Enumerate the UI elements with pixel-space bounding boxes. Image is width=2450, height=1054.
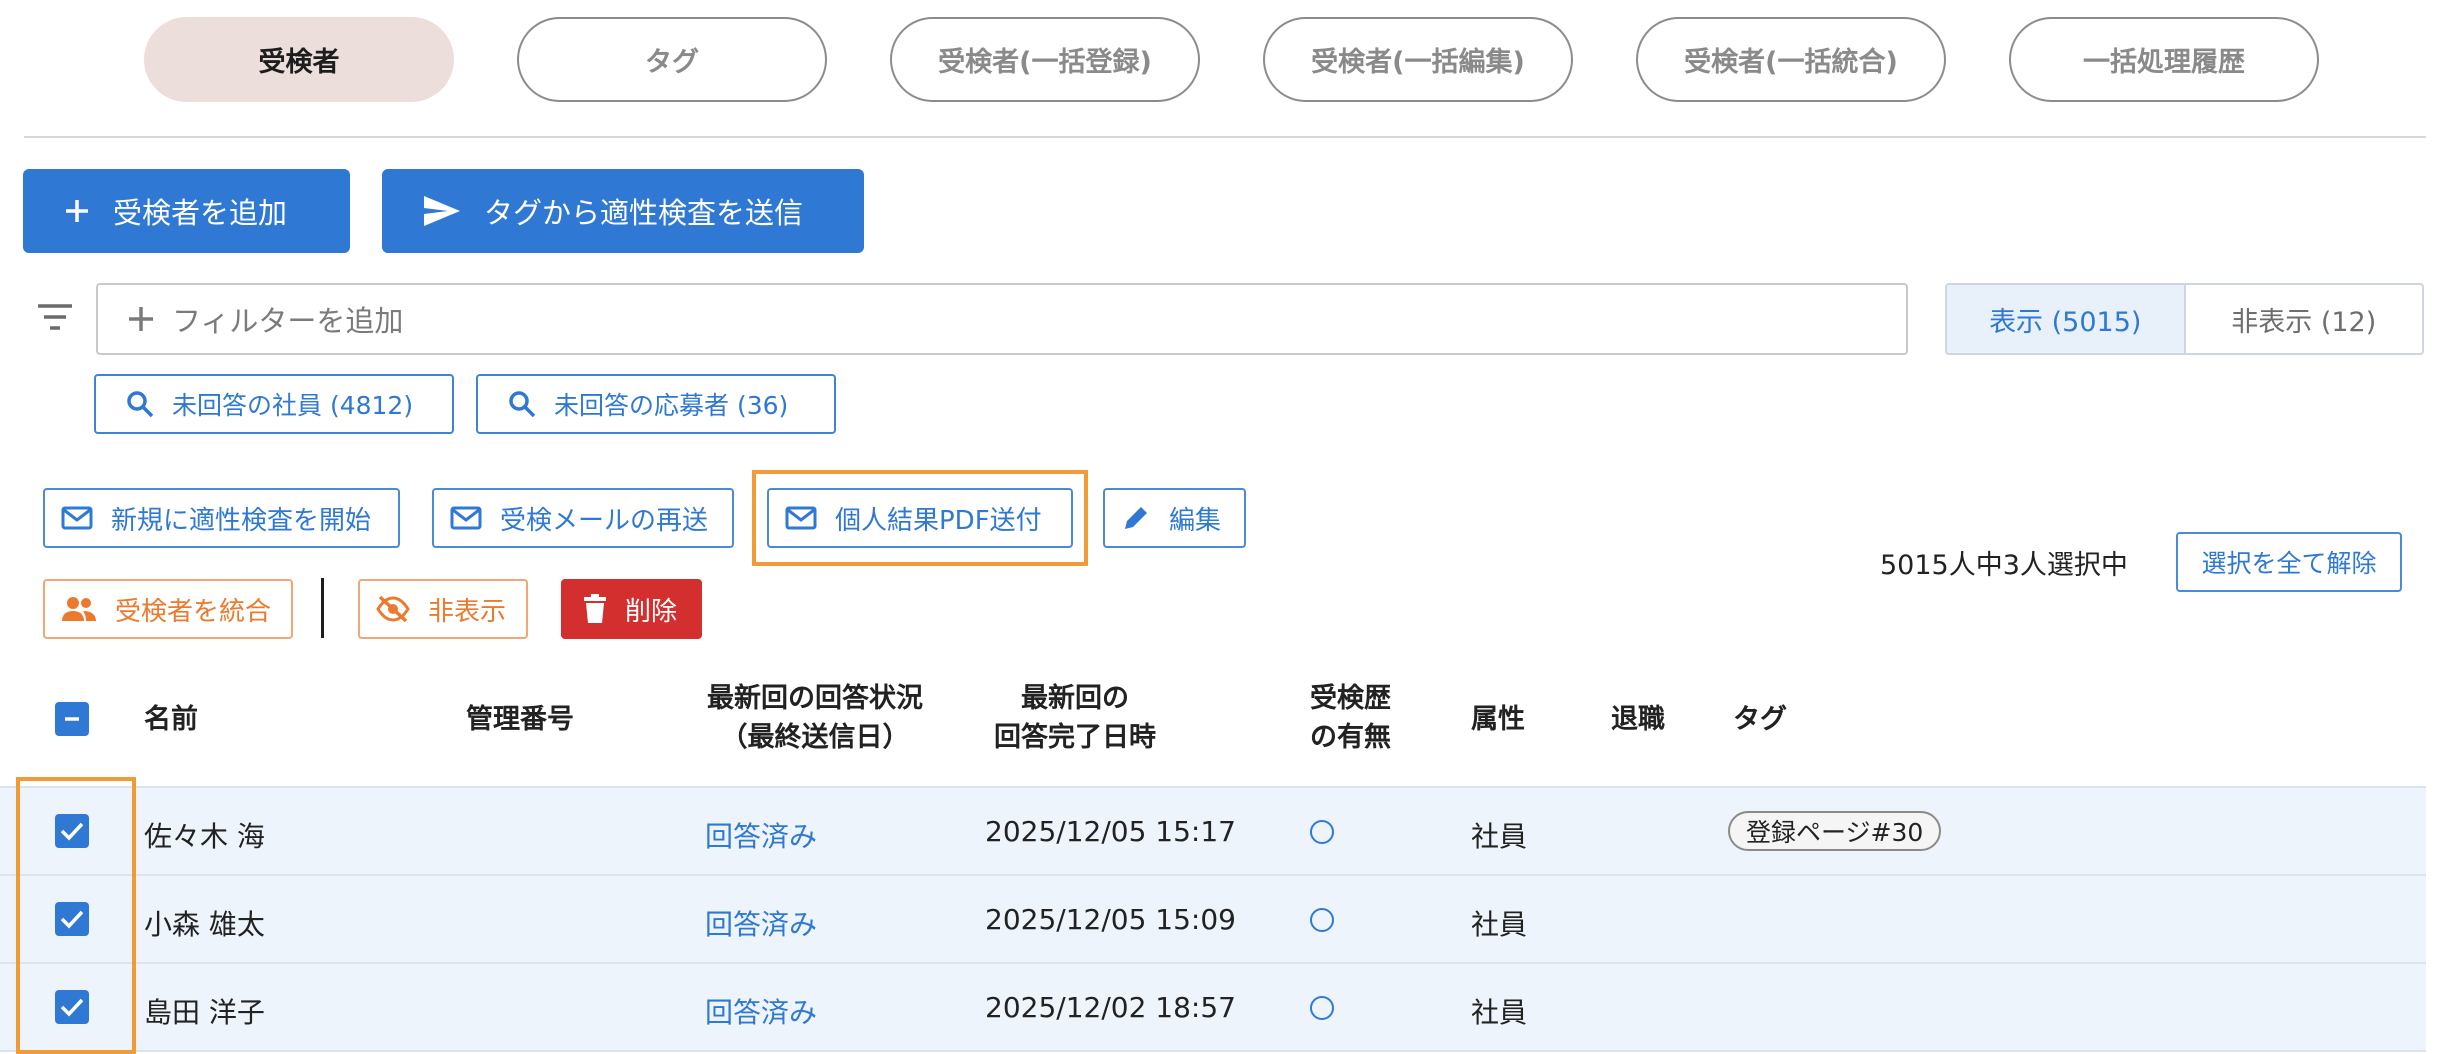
col-header-completed-line2: 回答完了日時	[994, 722, 1156, 753]
send-pdf-label: 個人結果PDF送付	[835, 505, 1042, 536]
cell-name: 小森 雄太	[144, 908, 265, 941]
add-filter-label: フィルターを追加	[172, 304, 404, 338]
edit-button[interactable]: 編集	[1103, 488, 1246, 548]
col-header-history-line1: 受検歴	[1310, 683, 1391, 714]
start-new-test-label: 新規に適性検査を開始	[111, 505, 372, 536]
visibility-toggle: 表示 (5015) 非表示 (12)	[1945, 283, 2424, 355]
tab-bulk-edit[interactable]: 受検者(一括編集)	[1263, 17, 1573, 102]
hide-button[interactable]: 非表示	[358, 579, 528, 639]
add-filter-input[interactable]: フィルターを追加	[96, 283, 1908, 355]
people-icon	[61, 596, 97, 622]
col-header-tags: タグ	[1733, 704, 1787, 735]
tab-tags[interactable]: タグ	[517, 17, 827, 102]
cell-status-link[interactable]: 回答済み	[705, 991, 817, 1031]
col-header-mgmt-no: 管理番号	[466, 704, 574, 735]
filter-list-icon[interactable]	[36, 302, 74, 336]
col-header-history-line2: の有無	[1310, 722, 1391, 753]
table-row[interactable]: 小森 雄太 回答済み 2025/12/05 15:09 社員	[0, 876, 2426, 964]
search-icon	[508, 390, 536, 418]
merge-examinees-label: 受検者を統合	[115, 596, 272, 627]
cell-completed: 2025/12/05 15:17	[985, 815, 1236, 848]
add-examinee-label: 受検者を追加	[113, 196, 288, 230]
history-circle-icon	[1310, 996, 1334, 1020]
col-header-completed: 最新回の 回答完了日時	[965, 679, 1185, 757]
quick-filter-label: 未回答の応募者 (36)	[554, 391, 789, 420]
delete-button[interactable]: 削除	[561, 579, 702, 639]
resend-mail-button[interactable]: 受検メールの再送	[432, 488, 734, 548]
action-separator	[321, 578, 324, 638]
add-examinee-button[interactable]: 受検者を追加	[23, 169, 350, 253]
cell-attribute: 社員	[1471, 908, 1528, 941]
select-all-checkbox[interactable]	[55, 702, 89, 736]
col-header-status-line1: 最新回の回答状況	[707, 683, 923, 714]
mail-icon	[785, 506, 817, 530]
cell-completed: 2025/12/02 18:57	[985, 991, 1236, 1024]
merge-examinees-button[interactable]: 受検者を統合	[43, 579, 293, 639]
quick-filter-unanswered-employees[interactable]: 未回答の社員 (4812)	[94, 374, 454, 434]
search-icon	[126, 390, 154, 418]
plus-icon	[126, 304, 156, 334]
col-header-name: 名前	[144, 704, 198, 735]
cell-name: 佐々木 海	[144, 820, 265, 853]
col-header-completed-line1: 最新回の	[1021, 683, 1129, 714]
history-circle-icon	[1310, 908, 1334, 932]
send-from-tag-label: タグから適性検査を送信	[484, 196, 804, 230]
hide-label: 非表示	[428, 596, 507, 627]
col-header-retired: 退職	[1611, 704, 1665, 735]
resend-mail-label: 受検メールの再送	[500, 505, 709, 536]
col-header-history: 受検歴 の有無	[1310, 679, 1391, 757]
table-row[interactable]: 佐々木 海 回答済み 2025/12/05 15:17 社員 登録ページ#30	[0, 788, 2426, 876]
table-row[interactable]: 島田 洋子 回答済み 2025/12/02 18:57 社員	[0, 964, 2426, 1052]
send-icon	[422, 194, 462, 228]
plus-icon	[63, 197, 91, 225]
cell-attribute: 社員	[1471, 996, 1528, 1029]
cell-status-link[interactable]: 回答済み	[705, 815, 817, 855]
delete-label: 削除	[625, 596, 678, 627]
tab-divider	[24, 136, 2426, 138]
tag-chip[interactable]: 登録ページ#30	[1728, 811, 1942, 851]
tab-bulk-merge[interactable]: 受検者(一括統合)	[1636, 17, 1946, 102]
highlight-frame-checkboxes	[16, 777, 136, 1054]
mail-icon	[61, 506, 93, 530]
tab-examinees[interactable]: 受検者	[144, 17, 454, 102]
history-circle-icon	[1310, 820, 1334, 844]
hidden-toggle-button[interactable]: 非表示 (12)	[2186, 285, 2423, 353]
col-header-status-line2: （最終送信日）	[720, 722, 910, 753]
selection-summary: 5015人中3人選択中	[1880, 550, 2128, 581]
tab-bulk-history[interactable]: 一括処理履歴	[2009, 17, 2319, 102]
quick-filter-unanswered-applicants[interactable]: 未回答の応募者 (36)	[476, 374, 836, 434]
edit-label: 編集	[1169, 505, 1222, 536]
cell-name: 島田 洋子	[144, 996, 265, 1029]
send-pdf-button[interactable]: 個人結果PDF送付	[767, 488, 1073, 548]
cell-attribute: 社員	[1471, 820, 1528, 853]
cell-completed: 2025/12/05 15:09	[985, 903, 1236, 936]
quick-filter-label: 未回答の社員 (4812)	[172, 391, 414, 420]
tab-bulk-register[interactable]: 受検者(一括登録)	[890, 17, 1200, 102]
cell-status-link[interactable]: 回答済み	[705, 903, 817, 943]
col-header-status: 最新回の回答状況 （最終送信日）	[690, 679, 940, 757]
col-header-attribute: 属性	[1471, 704, 1525, 735]
send-from-tag-button[interactable]: タグから適性検査を送信	[382, 169, 864, 253]
eye-off-icon	[376, 595, 410, 623]
clear-selection-button[interactable]: 選択を全て解除	[2176, 532, 2402, 592]
shown-toggle-button[interactable]: 表示 (5015)	[1947, 285, 2186, 353]
trash-icon	[583, 594, 607, 624]
minus-icon	[65, 717, 79, 721]
start-new-test-button[interactable]: 新規に適性検査を開始	[43, 488, 400, 548]
pencil-icon	[1121, 503, 1151, 533]
mail-icon	[450, 506, 482, 530]
